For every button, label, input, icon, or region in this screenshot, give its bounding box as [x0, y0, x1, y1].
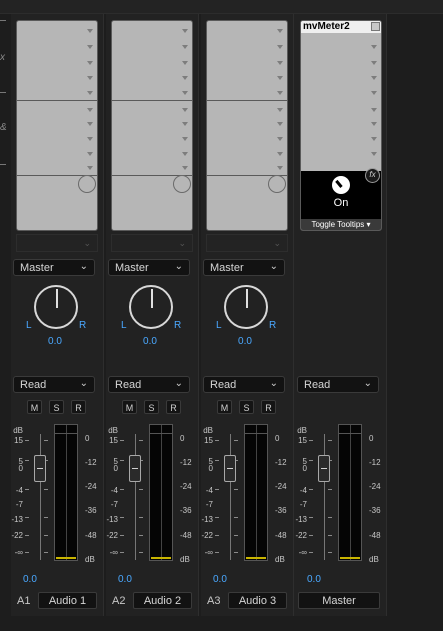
automation-mode-dropdown[interactable]: Read ⌄ [108, 376, 190, 393]
left-edge-strip: x & [0, 14, 8, 174]
volume-fader[interactable] [318, 455, 330, 482]
chevron-down-icon: ⌄ [174, 378, 183, 389]
send-dropdown[interactable]: ⌄ [206, 234, 288, 252]
volume-value[interactable]: 0.0 [213, 574, 227, 585]
track-id: A3 [207, 595, 221, 607]
track-strip-a3: ⌄ Master ⌄ L R 0.0 Read ⌄ M S R dB 15 5 0 … [201, 14, 291, 614]
pan-left-label: L [26, 320, 32, 331]
automation-mode-dropdown[interactable]: Read ⌄ [13, 376, 95, 393]
chevron-down-icon: ⌄ [79, 261, 88, 272]
chevron-down-icon: ⌄ [269, 261, 278, 272]
plugin-state: On [333, 197, 349, 209]
level-meter [54, 424, 78, 561]
volume-value[interactable]: 0.0 [118, 574, 132, 585]
track-name[interactable]: Master [298, 592, 380, 609]
record-button[interactable]: R [261, 400, 276, 414]
plugin-title[interactable]: mvMeter2 [301, 21, 381, 33]
automation-mode-dropdown[interactable]: Read ⌄ [203, 376, 285, 393]
send-dropdown[interactable]: ⌄ [111, 234, 193, 252]
volume-fader[interactable] [34, 455, 46, 482]
link-icon: & [0, 122, 7, 133]
plugin-panel[interactable]: mvMeter2 On Toggle Tooltips ▾ [300, 20, 382, 231]
solo-button[interactable]: S [239, 400, 254, 414]
volume-value[interactable]: 0.0 [307, 574, 321, 585]
bypass-toggle[interactable] [173, 175, 191, 193]
chevron-down-icon: ⌄ [269, 378, 278, 389]
effects-insert-rack[interactable] [16, 20, 98, 231]
pan-value[interactable]: 0.0 [225, 336, 265, 347]
automation-mode-dropdown[interactable]: Read ⌄ [297, 376, 379, 393]
output-routing-dropdown[interactable]: Master ⌄ [13, 259, 95, 276]
pan-value[interactable]: 0.0 [35, 336, 75, 347]
send-dropdown[interactable]: ⌄ [16, 234, 98, 252]
mute-button[interactable]: M [217, 400, 232, 414]
bypass-toggle[interactable] [268, 175, 286, 193]
output-routing-dropdown[interactable]: Master ⌄ [203, 259, 285, 276]
mute-button[interactable]: M [122, 400, 137, 414]
solo-button[interactable]: S [144, 400, 159, 414]
record-button[interactable]: R [166, 400, 181, 414]
fx-icon: x [0, 52, 5, 63]
pan-left-label: L [216, 320, 222, 331]
output-routing-dropdown[interactable]: Master ⌄ [108, 259, 190, 276]
effects-insert-rack[interactable] [111, 20, 193, 231]
fx-icon[interactable]: fx [365, 168, 380, 183]
volume-fader[interactable] [129, 455, 141, 482]
chevron-down-icon: ⌄ [363, 378, 372, 389]
pan-knob[interactable] [34, 285, 78, 329]
pan-knob[interactable] [224, 285, 268, 329]
track-name[interactable]: Audio 3 [228, 592, 287, 609]
chevron-down-icon: ⌄ [174, 261, 183, 272]
pan-left-label: L [121, 320, 127, 331]
track-name[interactable]: Audio 2 [133, 592, 192, 609]
track-id: A1 [17, 595, 31, 607]
solo-button[interactable]: S [49, 400, 64, 414]
level-meter [149, 424, 173, 561]
track-id: A2 [112, 595, 126, 607]
plugin-menu-button[interactable] [371, 22, 380, 31]
level-meter [244, 424, 268, 561]
top-bar [0, 0, 443, 14]
pan-right-label: R [269, 320, 277, 331]
power-knob[interactable] [332, 176, 350, 194]
track-strip-a1: ⌄ Master ⌄ L R 0.0 Read ⌄ M S R dB 15 5 0 … [11, 14, 101, 614]
bypass-toggle[interactable] [78, 175, 96, 193]
pan-knob[interactable] [129, 285, 173, 329]
track-strip-a2: ⌄ Master ⌄ L R 0.0 Read ⌄ M S R dB 15 5 0 … [106, 14, 196, 614]
mute-button[interactable]: M [27, 400, 42, 414]
chevron-down-icon: ⌄ [79, 378, 88, 389]
toggle-tooltips-button[interactable]: Toggle Tooltips ▾ [301, 219, 381, 230]
volume-value[interactable]: 0.0 [23, 574, 37, 585]
level-meter [338, 424, 362, 561]
effects-insert-rack[interactable] [206, 20, 288, 231]
pan-value[interactable]: 0.0 [130, 336, 170, 347]
record-button[interactable]: R [71, 400, 86, 414]
pan-right-label: R [79, 320, 87, 331]
volume-fader[interactable] [224, 455, 236, 482]
track-strip-master: mvMeter2 On Toggle Tooltips ▾ fx Read ⌄ d… [295, 20, 382, 609]
pan-right-label: R [174, 320, 182, 331]
track-name[interactable]: Audio 1 [38, 592, 97, 609]
